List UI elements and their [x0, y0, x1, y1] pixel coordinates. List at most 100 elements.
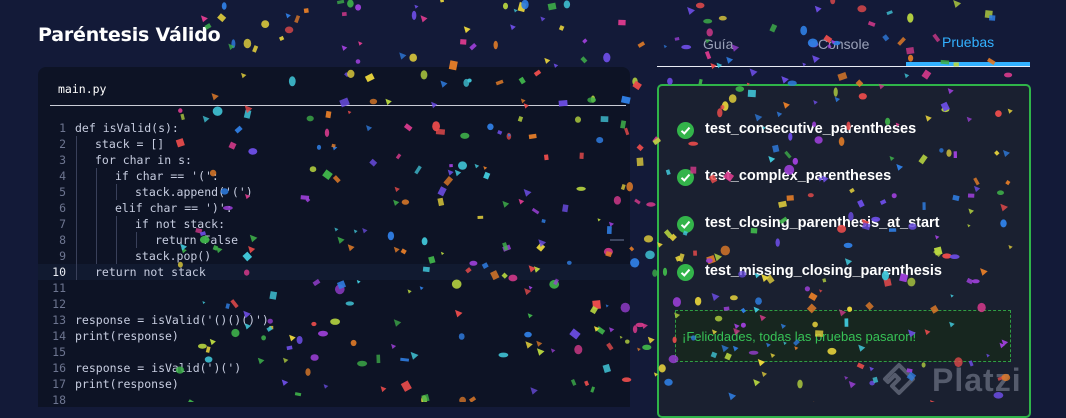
confetti-piece: [719, 16, 727, 21]
code-line[interactable]: 11: [38, 280, 630, 296]
code-line[interactable]: 2stack = []: [38, 136, 630, 152]
success-banner: ¡Felicidades, todas las pruebas pasaron!: [675, 310, 1011, 362]
confetti-piece: [548, 3, 557, 11]
line-number: 5: [48, 184, 66, 200]
confetti-piece: [355, 4, 361, 10]
confetti-piece: [642, 323, 648, 329]
indent-guide: [76, 200, 77, 216]
confetti-piece: [414, 5, 418, 9]
tab-tests[interactable]: Pruebas: [942, 34, 994, 50]
code-line[interactable]: 14print(response): [38, 328, 630, 344]
platzi-logo-icon: [882, 362, 916, 396]
indent-guide: [116, 248, 117, 264]
indent-guide: [96, 216, 97, 232]
confetti-piece: [642, 345, 651, 350]
code-line[interactable]: 5stack.append('('): [38, 184, 630, 200]
page-title: Paréntesis Válido: [38, 24, 221, 46]
code-text: def isValid(s):: [75, 120, 179, 136]
file-tab[interactable]: main.py: [50, 67, 626, 106]
confetti-piece: [510, 24, 516, 30]
confetti-piece: [645, 251, 655, 260]
confetti-piece: [687, 7, 695, 15]
indent-guide: [76, 152, 77, 168]
confetti-piece: [750, 69, 758, 77]
indent-guide: [116, 216, 117, 232]
code-line[interactable]: 16response = isValid(')('): [38, 360, 630, 376]
confetti-piece: [1004, 73, 1012, 78]
watermark-text: Platzi: [932, 362, 1022, 399]
confetti-piece: [618, 20, 625, 26]
line-number: 3: [48, 152, 66, 168]
confetti-piece: [921, 70, 931, 80]
confetti-piece: [342, 45, 348, 51]
confetti-piece: [460, 39, 466, 45]
confetti-piece: [421, 15, 428, 22]
code-line[interactable]: 1def isValid(s):: [38, 120, 630, 136]
code-text: return False: [155, 232, 238, 248]
confetti-piece: [696, 3, 705, 9]
confetti-piece: [769, 24, 777, 33]
code-text: if not stack:: [135, 216, 225, 232]
confetti-piece: [286, 13, 291, 18]
confetti-piece: [244, 39, 252, 49]
code-line[interactable]: 12: [38, 296, 630, 312]
confetti-piece: [285, 27, 293, 34]
confetti-piece: [637, 144, 644, 151]
confetti-piece: [518, 2, 527, 12]
confetti-piece: [494, 41, 498, 50]
confetti-piece: [347, 0, 354, 8]
confetti-piece: [252, 45, 258, 53]
confetti-piece: [503, 3, 508, 10]
code-editor[interactable]: main.py 1def isValid(s):2stack = []3for …: [38, 67, 630, 407]
confetti-piece: [837, 72, 847, 81]
indent-guide: [76, 168, 77, 184]
code-line[interactable]: 10return not stack: [38, 264, 630, 280]
code-line[interactable]: 4if char == '(':: [38, 168, 630, 184]
confetti-piece: [644, 235, 653, 242]
line-number: 11: [48, 280, 66, 296]
indent-guide: [76, 232, 77, 248]
confetti-piece: [646, 202, 655, 206]
confetti-piece: [636, 323, 645, 327]
confetti-piece: [544, 58, 550, 64]
indent-guide: [96, 232, 97, 248]
confetti-piece: [630, 258, 639, 267]
code-area[interactable]: 1def isValid(s):2stack = []3for char in …: [38, 120, 630, 407]
code-line[interactable]: 3for char in s:: [38, 152, 630, 168]
check-circle-icon: [677, 216, 694, 233]
code-line[interactable]: 17 print(response): [38, 376, 630, 392]
tab-guide[interactable]: Guía: [703, 36, 733, 52]
check-circle-icon: [677, 169, 694, 186]
line-number: 10: [48, 264, 66, 280]
indent-guide: [96, 168, 97, 184]
confetti-piece: [358, 41, 363, 45]
check-circle-icon: [677, 264, 694, 281]
code-line[interactable]: 18: [38, 392, 630, 407]
code-line[interactable]: 7if not stack:: [38, 216, 630, 232]
code-text: print(response): [75, 376, 179, 392]
confetti-piece: [261, 20, 269, 28]
indent-guide: [76, 248, 77, 264]
confetti-piece: [409, 54, 417, 62]
confetti-piece: [399, 52, 406, 59]
check-circle-icon: [677, 122, 694, 139]
indent-guide: [136, 232, 137, 248]
code-line[interactable]: 8return False: [38, 232, 630, 248]
confetti-piece: [412, 11, 417, 20]
code-line[interactable]: 9stack.pop(): [38, 248, 630, 264]
confetti-piece: [564, 0, 570, 8]
confetti-piece: [953, 0, 961, 8]
tab-console[interactable]: Console: [818, 36, 869, 52]
scrollbar-marker[interactable]: [610, 239, 624, 241]
confetti-piece: [540, 17, 545, 22]
confetti-piece: [279, 36, 284, 41]
code-line[interactable]: 15: [38, 344, 630, 360]
line-number: 15: [48, 344, 66, 360]
confetti-piece: [634, 199, 641, 205]
code-line[interactable]: 13response = isValid('()()()'): [38, 312, 630, 328]
confetti-piece: [356, 59, 361, 64]
confetti-piece: [648, 337, 655, 344]
code-line[interactable]: 6elif char == ')':: [38, 200, 630, 216]
line-number: 17: [48, 376, 66, 392]
file-tab-label: main.py: [58, 82, 106, 96]
